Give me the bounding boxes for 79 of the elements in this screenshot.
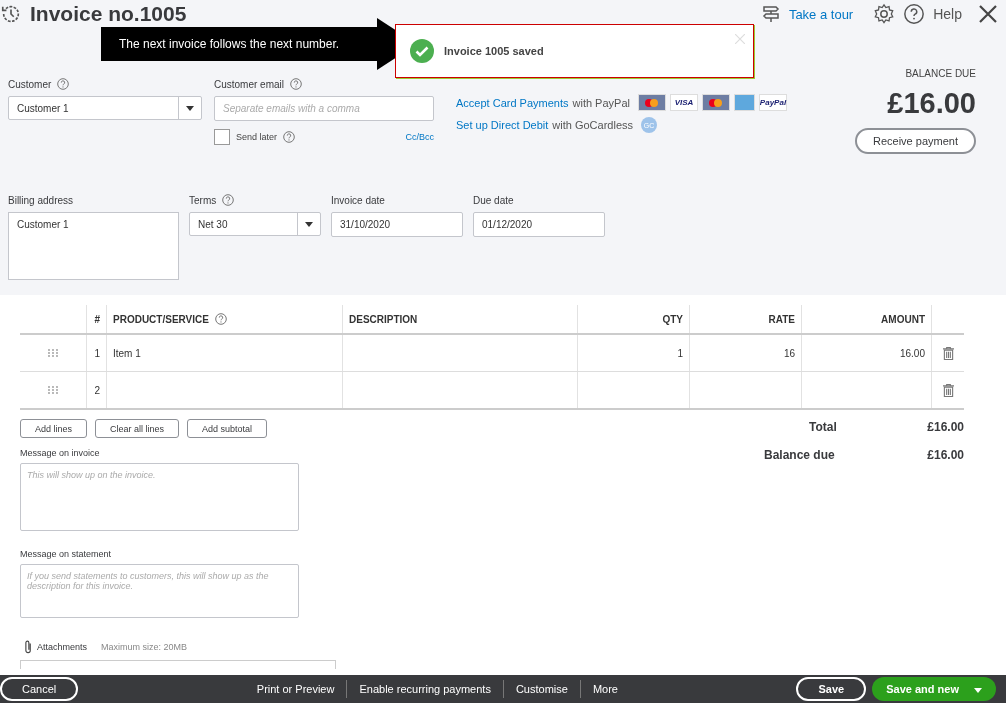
cc-bcc-link[interactable]: Cc/Bcc bbox=[405, 132, 434, 142]
field-label: Customer email bbox=[214, 78, 285, 90]
take-tour-link[interactable]: Take a tour bbox=[788, 6, 854, 22]
attachments-label: Attachments bbox=[37, 642, 88, 652]
caret-icon[interactable] bbox=[186, 105, 194, 111]
receive-payment-button[interactable]: Receive payment bbox=[855, 128, 976, 154]
field-label: Invoice date bbox=[331, 194, 385, 206]
card-logo: VISA bbox=[670, 94, 698, 111]
total-value: £16.00 bbox=[927, 420, 964, 434]
line-action-button[interactable]: Add lines bbox=[20, 419, 88, 438]
drag-handle-icon[interactable] bbox=[48, 348, 58, 358]
card-logo-icon bbox=[734, 94, 755, 111]
caret-icon[interactable] bbox=[305, 221, 313, 227]
trash-icon[interactable] bbox=[942, 346, 954, 360]
line-number: 2 bbox=[94, 384, 100, 396]
line-number: 1 bbox=[94, 347, 100, 359]
footer-action-link[interactable]: Print or Preview bbox=[244, 683, 347, 695]
trash-icon[interactable] bbox=[942, 383, 954, 397]
footer-action-link[interactable]: Enable recurring payments bbox=[347, 683, 503, 695]
date-field[interactable]: 01/12/2020 bbox=[473, 212, 605, 237]
attachments-note: Maximum size: 20MB bbox=[101, 642, 188, 652]
table-cell: 1 bbox=[677, 347, 683, 359]
payment-setup-link[interactable]: Set up Direct Debit bbox=[456, 119, 549, 131]
card-logo-icon bbox=[638, 94, 666, 111]
field-label: Terms bbox=[189, 194, 217, 206]
total-label: Balance due bbox=[764, 448, 835, 462]
customer-select[interactable]: Customer 1 bbox=[8, 96, 202, 120]
message-field[interactable]: This will show up on the invoice. bbox=[20, 463, 299, 531]
column-header: DESCRIPTION bbox=[349, 313, 418, 325]
field-label: Message on statement bbox=[20, 549, 113, 559]
column-header: QTY bbox=[662, 313, 683, 325]
table-cell: 16.00 bbox=[899, 347, 925, 359]
card-logo-icon bbox=[702, 94, 730, 111]
line-action-button[interactable]: Clear all lines bbox=[95, 419, 180, 438]
provider-text: with PayPal bbox=[572, 96, 630, 109]
field-label: Message on invoice bbox=[20, 448, 101, 458]
billing-address-field[interactable]: Customer 1 bbox=[8, 212, 179, 280]
help-icon[interactable] bbox=[214, 313, 227, 325]
payment-setup-link[interactable]: Accept Card Payments bbox=[456, 96, 569, 109]
total-value: £16.00 bbox=[927, 448, 964, 462]
help-icon[interactable] bbox=[283, 131, 296, 143]
close-icon[interactable] bbox=[978, 4, 998, 24]
toast-notification: Invoice 1005 saved bbox=[395, 24, 754, 78]
column-header: PRODUCT/SERVICE bbox=[113, 313, 209, 325]
balance-amount: £16.00 bbox=[887, 87, 976, 120]
help-icon[interactable] bbox=[222, 194, 235, 206]
card-logo: PayPal bbox=[759, 94, 787, 111]
field-label: Billing address bbox=[8, 194, 74, 206]
help-icon[interactable] bbox=[903, 3, 926, 25]
provider-text: with GoCardless bbox=[552, 119, 634, 131]
settings-icon[interactable] bbox=[873, 3, 896, 25]
total-label: Total bbox=[809, 420, 837, 434]
terms-select[interactable]: Net 30 bbox=[189, 212, 321, 236]
save-button[interactable]: Save bbox=[796, 677, 867, 701]
balance-label: BALANCE DUE bbox=[905, 68, 976, 79]
footer-action-link[interactable]: Customise bbox=[503, 683, 580, 695]
field-label: Due date bbox=[473, 194, 514, 206]
help-icon[interactable] bbox=[57, 78, 70, 90]
date-field[interactable]: 31/10/2020 bbox=[331, 212, 463, 237]
cancel-button[interactable]: Cancel bbox=[0, 677, 79, 701]
table-cell: 16 bbox=[783, 347, 795, 359]
column-header: # bbox=[94, 313, 100, 325]
field-label: Customer bbox=[8, 78, 52, 90]
send-later-label: Send later bbox=[236, 132, 278, 142]
help-label[interactable]: Help bbox=[933, 6, 962, 22]
table-cell: Item 1 bbox=[113, 347, 141, 359]
column-header: AMOUNT bbox=[881, 313, 925, 325]
column-header: RATE bbox=[768, 313, 795, 325]
history-icon[interactable] bbox=[0, 3, 22, 25]
help-icon[interactable] bbox=[290, 78, 303, 90]
line-action-button[interactable]: Add subtotal bbox=[187, 419, 268, 438]
drag-handle-icon[interactable] bbox=[48, 385, 58, 395]
send-later-checkbox[interactable] bbox=[214, 129, 230, 145]
footer-action-link[interactable]: More bbox=[580, 683, 630, 695]
email-field[interactable]: Separate emails with a comma bbox=[214, 96, 434, 121]
signpost-icon[interactable] bbox=[760, 4, 781, 24]
check-circle-icon bbox=[410, 39, 434, 63]
paperclip-icon bbox=[24, 640, 33, 654]
message-field[interactable]: If you send statements to customers, this will show up as the description for this invoice. bbox=[20, 564, 299, 618]
